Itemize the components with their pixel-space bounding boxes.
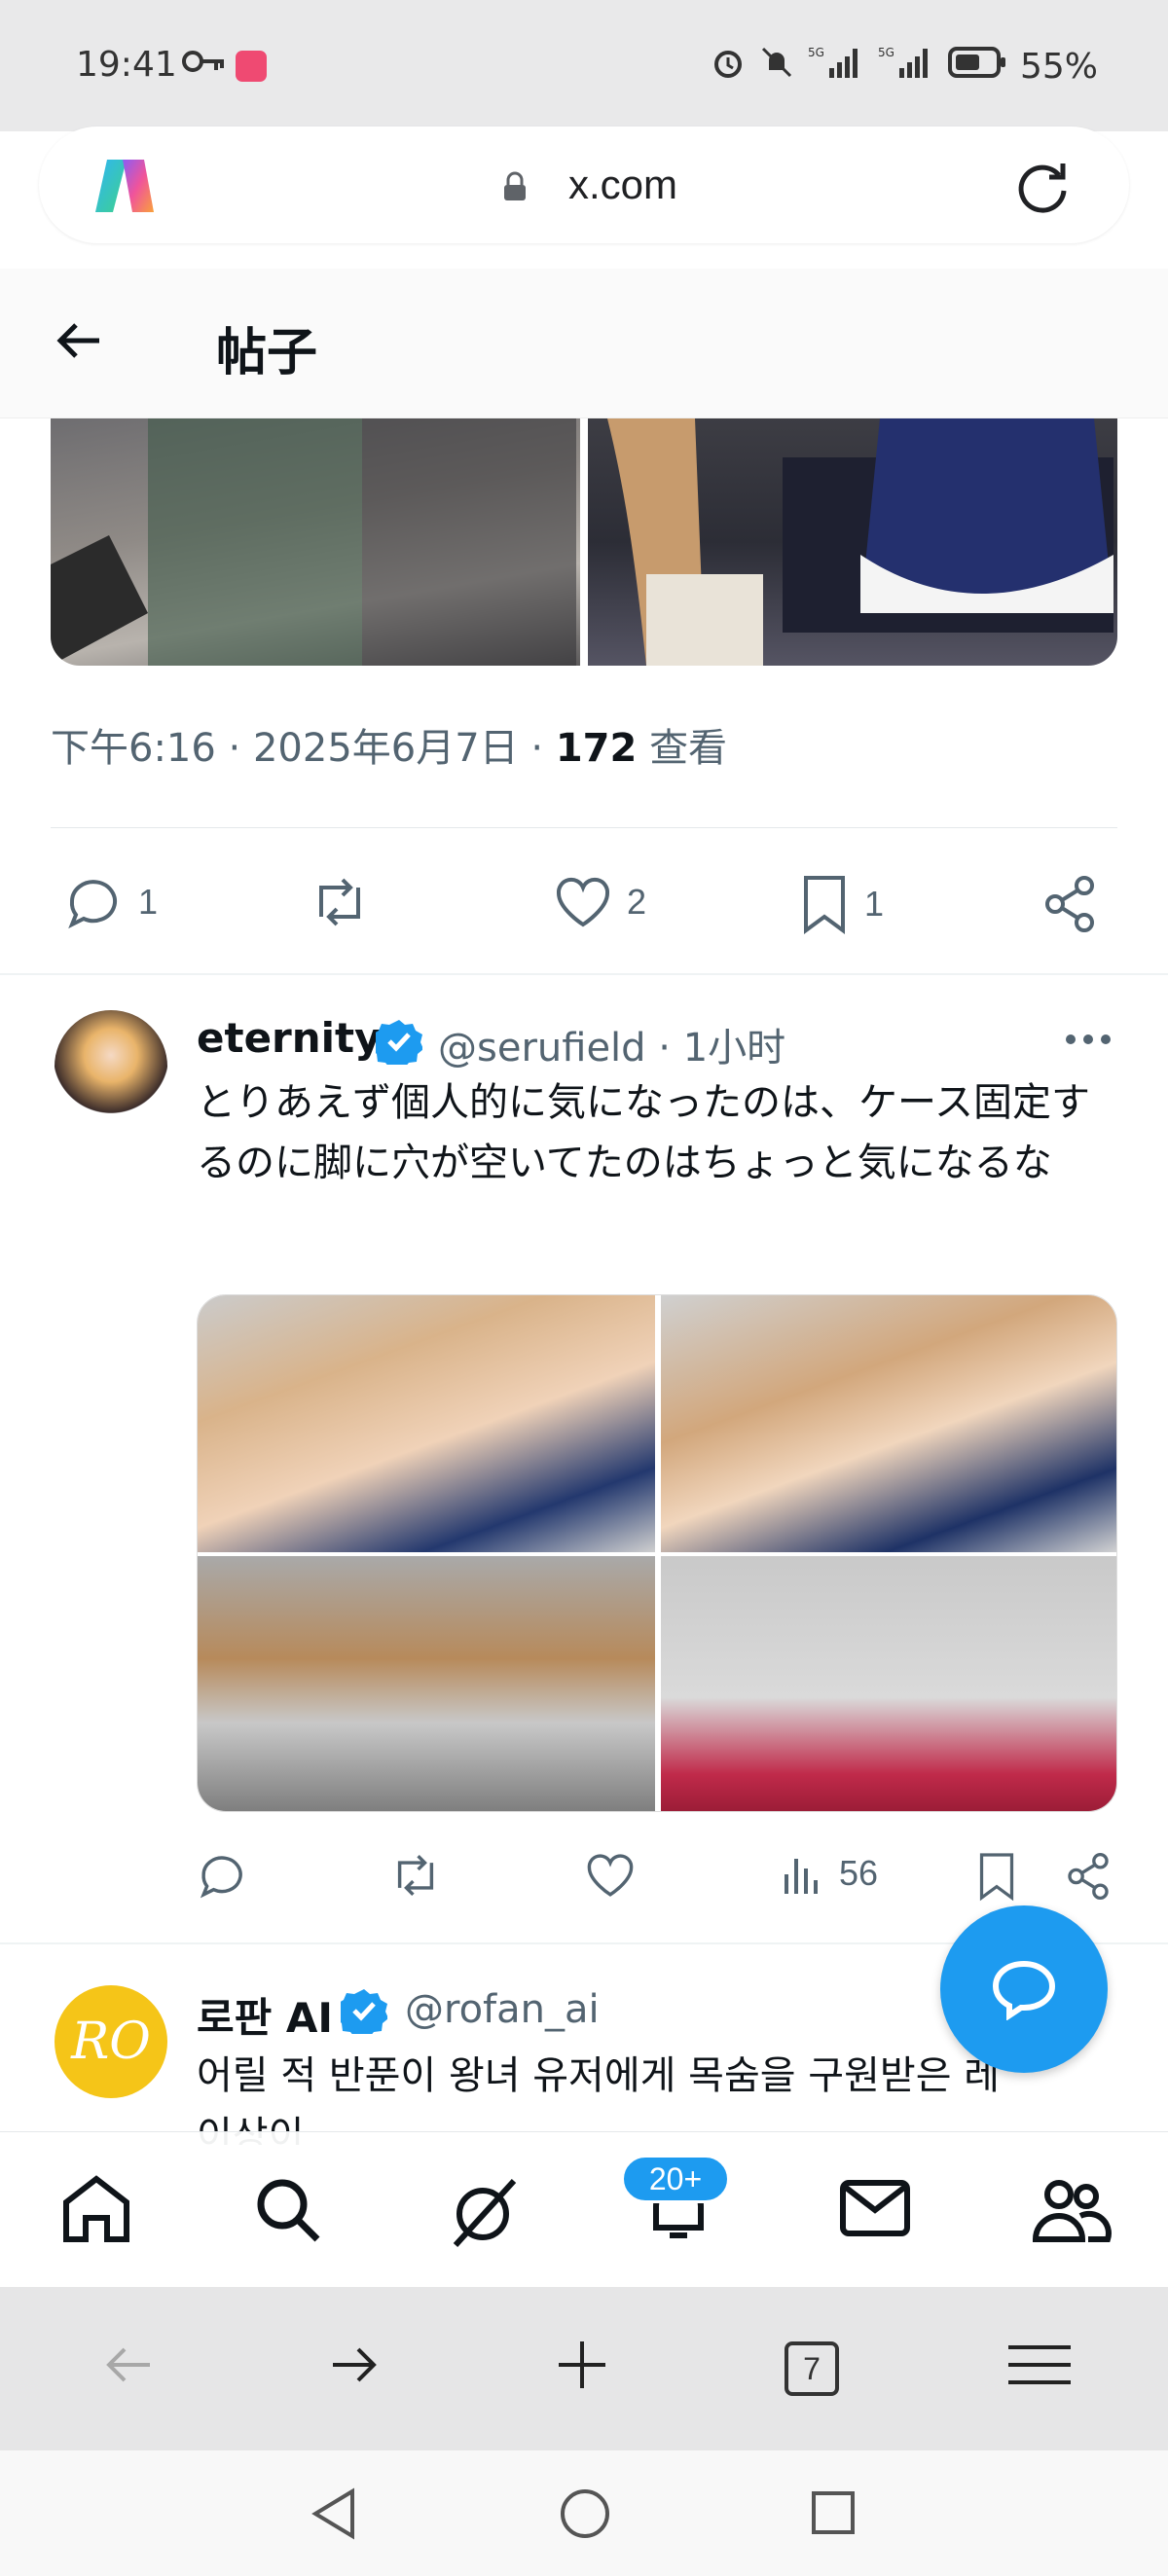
views-count: 172 <box>555 726 638 771</box>
tweet-photo-2[interactable] <box>588 418 1117 666</box>
nav-back-icon[interactable] <box>310 2487 358 2545</box>
bookmark-count: 1 <box>864 884 885 924</box>
bookmark-icon <box>979 1853 1014 1902</box>
reply-photo-2[interactable] <box>661 1295 1116 1552</box>
more-options-icon[interactable] <box>1065 1032 1112 1052</box>
views-button[interactable]: 56 <box>781 1851 878 1896</box>
vpn-key-icon <box>181 49 226 79</box>
notification-badge: 20+ <box>621 2155 730 2203</box>
reply-button[interactable]: 1 <box>64 874 158 930</box>
svg-text:5G: 5G <box>878 46 894 59</box>
tweet-photo-1[interactable] <box>51 418 580 666</box>
like-count: 2 <box>627 882 647 922</box>
reply-time: 1小时 <box>682 1026 786 1070</box>
like-button[interactable] <box>584 1851 637 1900</box>
grok-icon[interactable] <box>446 2173 524 2256</box>
retweet-button[interactable] <box>308 874 372 930</box>
chat-bubble-icon <box>992 1960 1056 2020</box>
reply-author-name[interactable]: 로판 AI <box>197 1985 333 2045</box>
app-tab-bar <box>0 2131 1168 2287</box>
tweet-date: 2025年6月7日 <box>252 726 519 771</box>
views-label: 查看 <box>649 726 728 771</box>
lock-icon <box>502 171 528 207</box>
browser-toolbar <box>0 2287 1168 2450</box>
avatar[interactable] <box>55 1010 167 1123</box>
bookmark-button[interactable] <box>975 1851 1018 1902</box>
tweet-timestamp: 下午6:16 · 2025年6月7日 · 172 查看 <box>51 726 728 771</box>
app-notification-icon <box>236 51 267 82</box>
reply-button[interactable] <box>197 1851 249 1900</box>
home-icon[interactable] <box>58 2173 134 2250</box>
copilot-icon[interactable] <box>90 156 160 216</box>
reload-icon[interactable] <box>1012 156 1073 221</box>
alarm-icon <box>711 45 746 89</box>
heart-icon <box>556 877 610 927</box>
reply-author-name[interactable]: eternity <box>197 1014 382 1062</box>
verified-badge-icon <box>336 1987 388 2039</box>
tweet-time: 下午6:16 <box>51 726 216 771</box>
browser-forward-icon[interactable] <box>327 2338 382 2397</box>
svg-text:5G: 5G <box>808 46 824 59</box>
reply-photo-3[interactable] <box>198 1556 655 1811</box>
heart-icon <box>587 1854 634 1897</box>
divider <box>0 973 1168 975</box>
retweet-icon <box>397 1854 434 1897</box>
tab-switcher-button[interactable]: 7 <box>785 2341 839 2396</box>
reply-image-grid <box>197 1294 1117 1812</box>
address-bar[interactable]: x.com <box>39 127 1129 243</box>
retweet-button[interactable] <box>387 1851 444 1900</box>
communities-icon[interactable] <box>1030 2173 1112 2250</box>
share-icon <box>1045 876 1094 932</box>
bookmark-button[interactable]: 1 <box>798 874 884 934</box>
status-time: 19:41 <box>76 45 177 85</box>
reply-photo-1[interactable] <box>198 1295 655 1552</box>
share-button[interactable] <box>1041 874 1098 934</box>
messages-icon[interactable] <box>837 2173 913 2246</box>
analytics-icon <box>785 1859 818 1894</box>
search-icon[interactable] <box>251 2173 323 2250</box>
views-count: 56 <box>839 1853 879 1893</box>
signal-icon: 5G <box>808 45 864 89</box>
divider <box>51 827 1117 828</box>
reply-icon <box>200 1856 242 1899</box>
share-button[interactable] <box>1065 1851 1112 1902</box>
verified-badge-icon <box>371 1018 423 1070</box>
reply-photo-4[interactable] <box>661 1556 1116 1811</box>
browser-back-icon[interactable] <box>101 2338 156 2397</box>
battery-percent: 55% <box>1019 47 1098 87</box>
tweet-actions: 1 2 1 <box>0 864 1168 942</box>
bookmark-icon <box>804 876 845 934</box>
signal-icon-2: 5G <box>878 45 934 89</box>
share-icon <box>1068 1853 1109 1901</box>
url-text[interactable]: x.com <box>568 162 677 208</box>
page-header: 帖子 <box>0 269 1168 418</box>
reply-actions: 56 <box>0 1839 1168 1917</box>
retweet-icon <box>319 878 360 926</box>
nav-recents-icon[interactable] <box>810 2489 857 2541</box>
status-bar: 19:41 5G 5G 55% <box>0 0 1168 131</box>
avatar[interactable]: RO <box>55 1985 167 2098</box>
nav-home-icon[interactable] <box>559 2487 611 2545</box>
reply-author-handle: @serufield · 1小时 <box>438 1026 786 1070</box>
mute-icon <box>759 45 794 89</box>
reply-author-handle: @rofan_ai <box>405 1987 600 2032</box>
new-tab-icon[interactable] <box>555 2338 609 2397</box>
page-title: 帖子 <box>216 324 318 382</box>
compose-reply-button[interactable] <box>940 1905 1108 2073</box>
reply-text: とりあえず個人的に気になったのは、ケース固定するのに脚に穴が空いてたのはちょっと… <box>197 1080 1090 1185</box>
reply-count: 1 <box>138 882 159 922</box>
system-nav-bar <box>0 2450 1168 2576</box>
reply-icon <box>68 880 117 929</box>
battery-icon <box>947 47 1006 87</box>
like-button[interactable]: 2 <box>553 874 646 930</box>
menu-icon[interactable] <box>1006 2338 1073 2397</box>
back-arrow-icon[interactable] <box>53 313 107 373</box>
handle-text: @serufield <box>438 1026 646 1070</box>
